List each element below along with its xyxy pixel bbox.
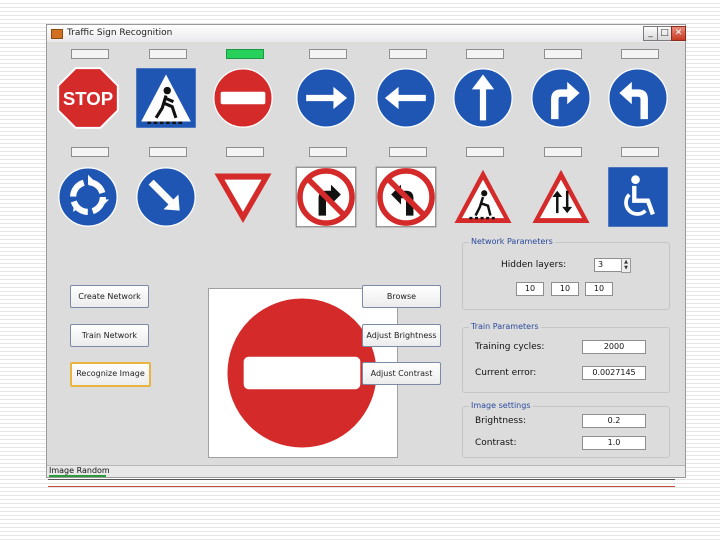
status-text: Image Random bbox=[49, 466, 110, 475]
output-indicator-no-entry bbox=[226, 49, 264, 59]
yield-sign bbox=[212, 166, 274, 228]
no-right-turn-sign bbox=[295, 166, 357, 228]
current-error-value: 0.0027145 bbox=[582, 366, 646, 380]
output-indicator-arrow-right bbox=[309, 49, 347, 59]
arrow-left-sign bbox=[375, 67, 437, 129]
status-progress-bar bbox=[49, 475, 106, 477]
app-icon bbox=[51, 29, 63, 39]
training-cycles-input[interactable]: 2000 bbox=[582, 340, 646, 354]
stop-sign-text: STOP bbox=[63, 88, 113, 109]
turn-right-sign bbox=[530, 67, 592, 129]
slide-divider-red bbox=[48, 486, 675, 487]
recognize-image-button[interactable]: Recognize Image bbox=[70, 362, 151, 387]
title-bar[interactable]: Traffic Sign Recognition _ □ ✕ bbox=[47, 25, 686, 42]
output-indicator-no-right-turn bbox=[309, 147, 347, 157]
network-parameters-group: Network Parameters Hidden layers: 3 ▲ ▼ 1… bbox=[462, 237, 670, 310]
contrast-label: Contrast: bbox=[475, 438, 517, 448]
browse-button[interactable]: Browse bbox=[362, 285, 441, 308]
image-settings-group: Image settings Brightness: 0.2 Contrast:… bbox=[462, 401, 670, 458]
preview-no-entry-sign bbox=[219, 292, 385, 454]
window-title: Traffic Sign Recognition bbox=[67, 28, 173, 38]
adjust-contrast-button[interactable]: Adjust Contrast bbox=[362, 362, 441, 385]
layer-size-input-2[interactable]: 10 bbox=[551, 282, 579, 296]
stop-sign: STOP bbox=[57, 67, 119, 129]
output-indicator-pedestrian-crossing bbox=[149, 49, 187, 59]
contrast-input[interactable]: 1.0 bbox=[582, 436, 646, 450]
output-indicator-arrow-left bbox=[389, 49, 427, 59]
two-way-traffic-sign bbox=[530, 166, 592, 228]
current-error-label: Current error: bbox=[475, 368, 537, 378]
no-entry-sign bbox=[212, 67, 274, 129]
train-parameters-group: Train Parameters Training cycles: 2000 C… bbox=[462, 322, 670, 393]
output-indicator-turn-left bbox=[621, 49, 659, 59]
slide-divider-dark bbox=[48, 479, 675, 480]
output-indicator-stop bbox=[71, 49, 109, 59]
output-indicator-no-left-turn bbox=[389, 147, 427, 157]
create-network-button[interactable]: Create Network bbox=[70, 285, 149, 308]
layer-size-input-3[interactable]: 10 bbox=[585, 282, 613, 296]
hidden-layers-spinner[interactable]: ▲ ▼ bbox=[621, 258, 631, 273]
layer-size-input-1[interactable]: 10 bbox=[516, 282, 544, 296]
minimize-button[interactable]: _ bbox=[643, 26, 658, 41]
arrow-right-sign bbox=[295, 67, 357, 129]
image-settings-title: Image settings bbox=[469, 401, 533, 410]
disabled-parking-sign bbox=[607, 166, 669, 228]
output-indicator-turn-right bbox=[544, 49, 582, 59]
output-indicator-two-way-traffic bbox=[544, 147, 582, 157]
no-left-turn-sign bbox=[375, 166, 437, 228]
brightness-label: Brightness: bbox=[475, 416, 526, 426]
pedestrian-warning-sign bbox=[452, 166, 514, 228]
output-indicator-roundabout bbox=[71, 147, 109, 157]
arrow-up-sign bbox=[452, 67, 514, 129]
close-button[interactable]: ✕ bbox=[671, 26, 686, 41]
roundabout-sign bbox=[57, 166, 119, 228]
turn-left-sign bbox=[607, 67, 669, 129]
keep-right-sign bbox=[135, 166, 197, 228]
train-network-button[interactable]: Train Network bbox=[70, 324, 149, 347]
training-cycles-label: Training cycles: bbox=[475, 342, 545, 352]
maximize-button[interactable]: □ bbox=[657, 26, 672, 41]
output-indicator-keep-right bbox=[149, 147, 187, 157]
network-parameters-title: Network Parameters bbox=[469, 237, 555, 246]
status-bar: Image Random bbox=[47, 465, 685, 477]
app-window: Traffic Sign Recognition _ □ ✕ STOP Crea… bbox=[46, 24, 686, 478]
pedestrian-crossing-sign bbox=[135, 67, 197, 129]
brightness-input[interactable]: 0.2 bbox=[582, 414, 646, 428]
adjust-brightness-button[interactable]: Adjust Brightness bbox=[362, 324, 441, 347]
output-indicator-disabled-parking bbox=[621, 147, 659, 157]
output-indicator-arrow-up bbox=[466, 49, 504, 59]
output-indicator-yield bbox=[226, 147, 264, 157]
output-indicator-pedestrian-warning bbox=[466, 147, 504, 157]
train-parameters-title: Train Parameters bbox=[469, 322, 541, 331]
hidden-layers-label: Hidden layers: bbox=[501, 260, 567, 270]
